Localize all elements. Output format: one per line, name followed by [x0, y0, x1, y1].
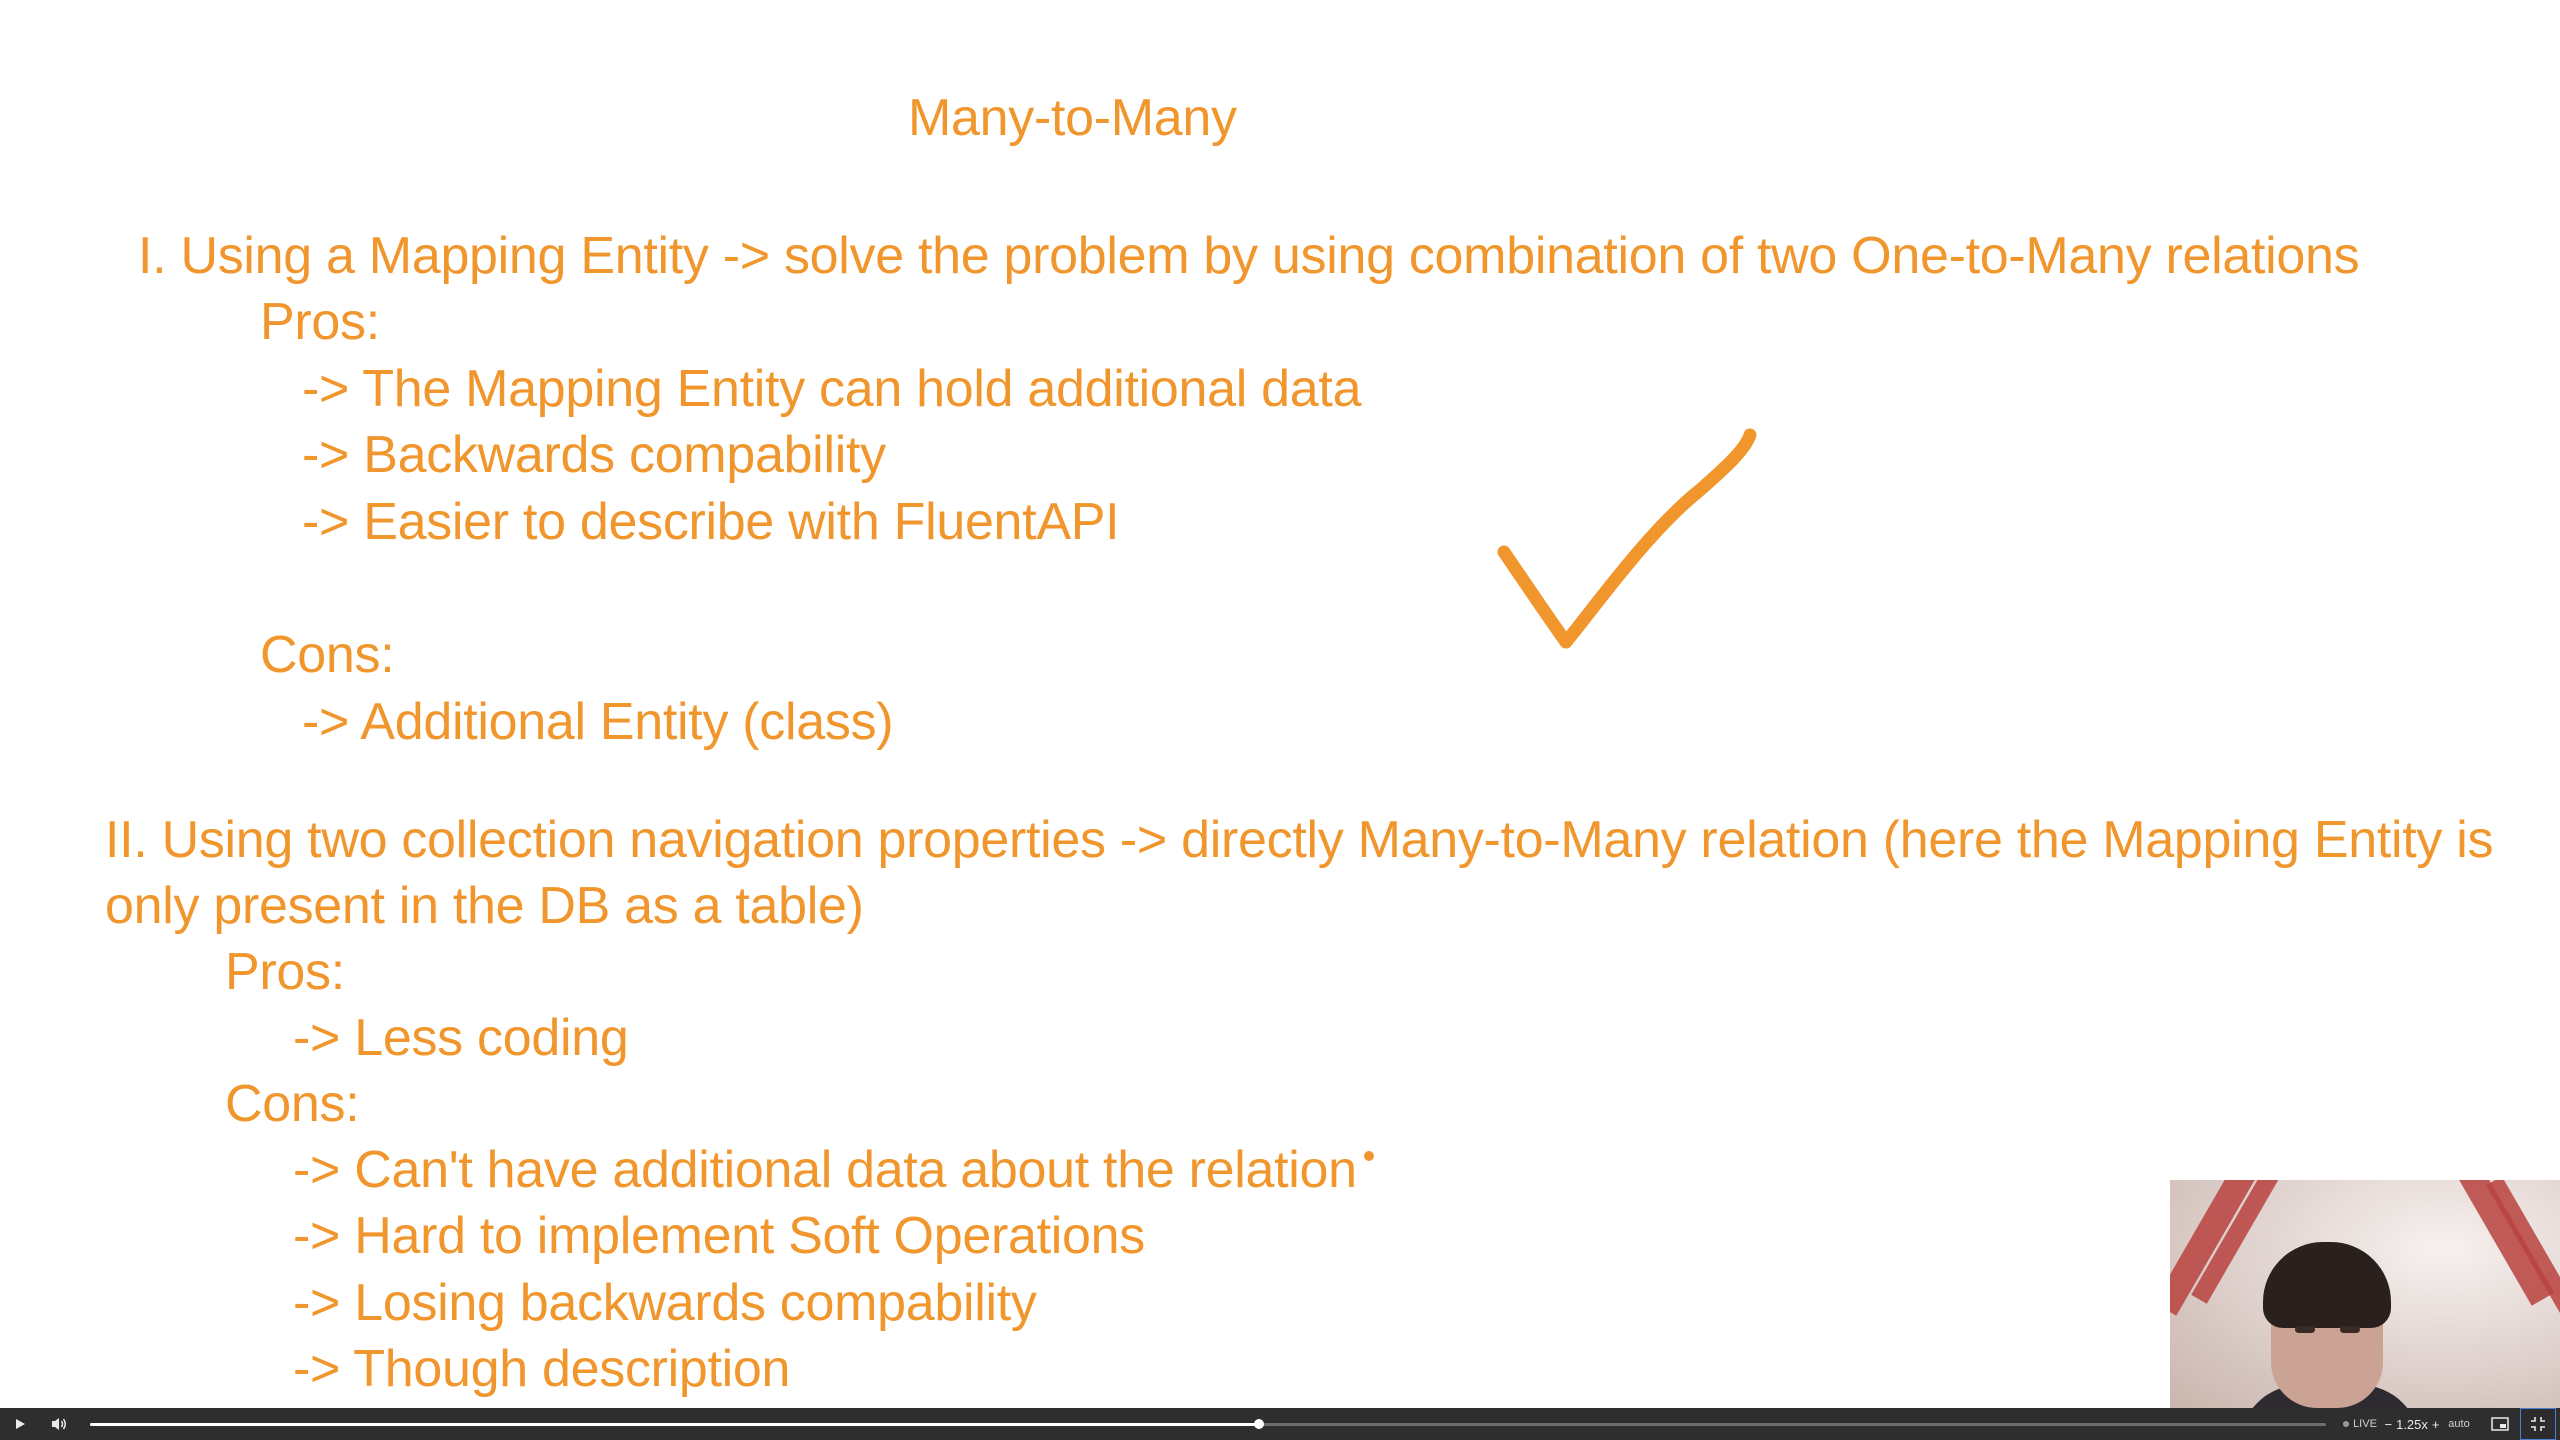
section1-pro-item: -> Backwards compability [302, 426, 886, 484]
play-icon [16, 1419, 25, 1429]
live-badge[interactable]: LIVE [2336, 1408, 2384, 1440]
section1-pro-item: -> Easier to describe with FluentAPI [302, 493, 1120, 551]
section1-cons-label: Cons: [260, 626, 395, 684]
checkmark-icon [1497, 428, 1757, 649]
playback-speed-control[interactable]: − 1.25x + [2384, 1408, 2440, 1440]
section1-pro-item: -> The Mapping Entity can hold additiona… [302, 360, 1362, 418]
picture-in-picture-button[interactable] [2483, 1408, 2517, 1440]
section2-con-item: -> Hard to implement Soft Operations [293, 1207, 1145, 1265]
speed-increase-button[interactable]: + [2432, 1417, 2440, 1432]
section2-con-item: -> Can't have additional data about the … [293, 1141, 1357, 1199]
webcam-overlay [2170, 1180, 2560, 1408]
exit-fullscreen-button[interactable] [2520, 1408, 2556, 1440]
exit-fullscreen-icon [2531, 1417, 2545, 1431]
slide-title: Many-to-Many [908, 89, 1237, 147]
section1-con-item: -> Additional Entity (class) [302, 693, 894, 751]
pen-dot [1364, 1151, 1374, 1161]
section1-pros-label: Pros: [260, 293, 380, 351]
section2-cons-label: Cons: [225, 1075, 360, 1133]
speed-value: 1.25x [2396, 1416, 2428, 1432]
play-button[interactable] [4, 1408, 36, 1440]
video-controls-bar: LIVE − 1.25x + auto [0, 1408, 2560, 1440]
volume-button[interactable] [42, 1408, 76, 1440]
progress-fill [90, 1423, 1260, 1426]
live-dot-icon [2343, 1421, 2350, 1427]
picture-in-picture-icon [2491, 1417, 2509, 1431]
progress-handle[interactable] [1254, 1419, 1265, 1429]
section1-heading: I. Using a Mapping Entity -> solve the p… [138, 227, 2360, 285]
section2-pros-label: Pros: [225, 943, 345, 1001]
live-label: LIVE [2353, 1418, 2377, 1430]
section2-con-item: -> Losing backwards compability [293, 1274, 1037, 1332]
progress-bar[interactable] [90, 1419, 2326, 1429]
section2-con-item: -> Though description [293, 1340, 791, 1398]
section2-pro-item: -> Less coding [293, 1009, 629, 1067]
speed-decrease-button[interactable]: − [2385, 1417, 2393, 1432]
quality-button[interactable]: auto [2444, 1408, 2474, 1440]
volume-icon [52, 1418, 66, 1430]
section2-heading-line2: only present in the DB as a table) [105, 877, 864, 935]
section2-heading-line1: II. Using two collection navigation prop… [105, 811, 2494, 869]
